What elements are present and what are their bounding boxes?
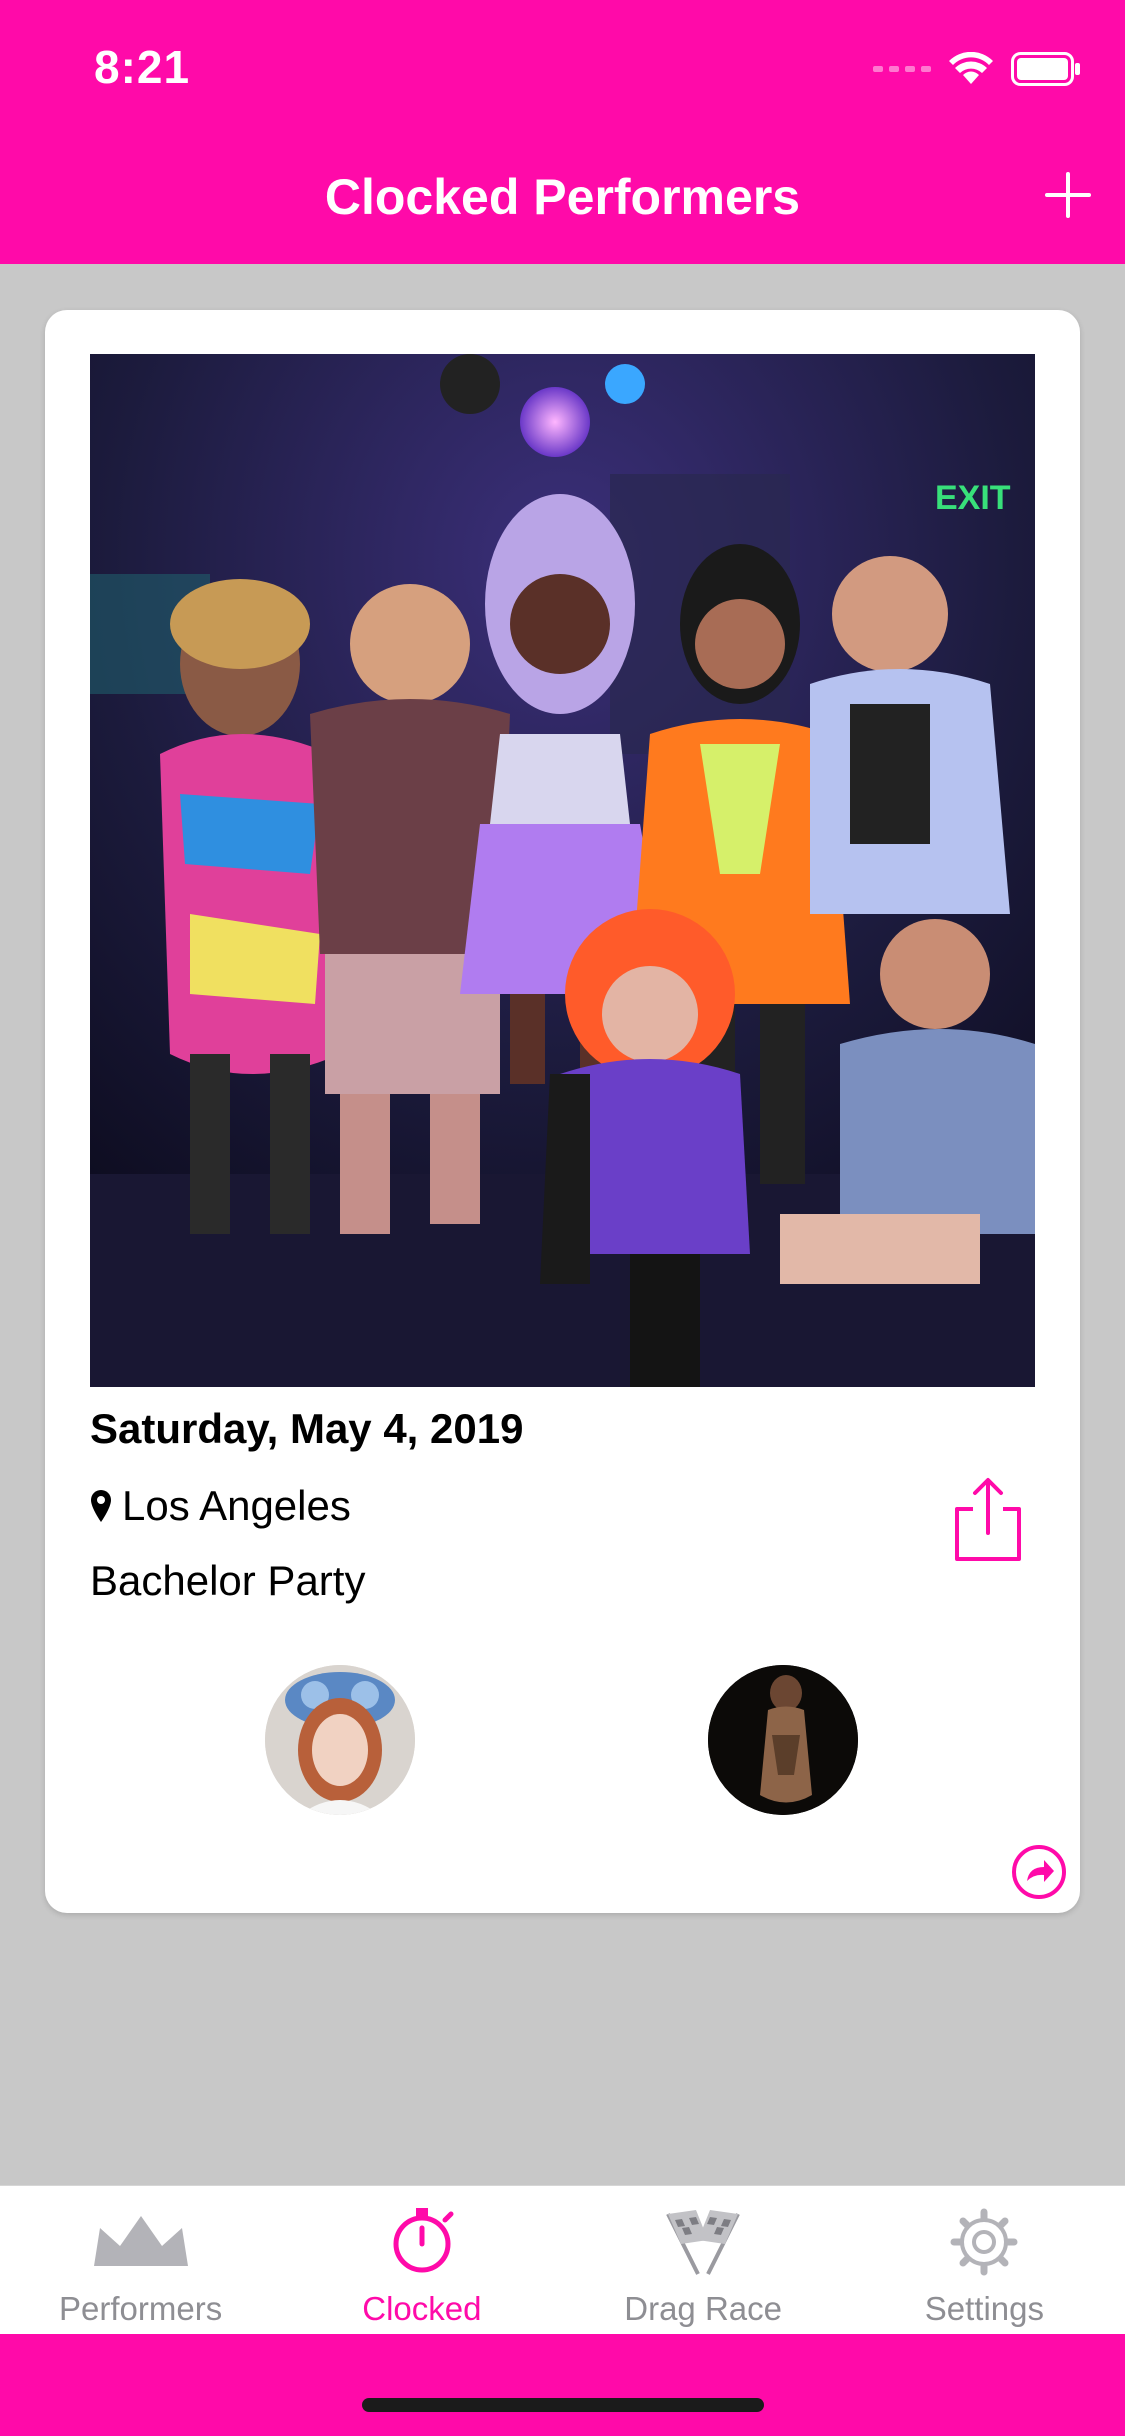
performer-avatar-image	[708, 1665, 858, 1815]
screen: 8:21 Clocked Performers EXIT Saturday, M…	[0, 0, 1125, 2436]
crown-icon	[93, 2216, 188, 2266]
exit-sign: EXIT	[935, 479, 1011, 517]
tab-label: Clocked	[362, 2290, 482, 2327]
share-icon[interactable]	[951, 1475, 1025, 1565]
tab-drag-race[interactable]: Drag Race	[563, 2186, 844, 2335]
home-indicator[interactable]	[362, 2398, 764, 2412]
page-title: Clocked Performers	[324, 169, 801, 225]
checkered-flags-icon	[666, 2210, 740, 2275]
tab-performers[interactable]: Performers	[0, 2186, 281, 2335]
event-photo[interactable]: EXIT	[90, 354, 1035, 1387]
tab-clocked[interactable]: Clocked	[281, 2186, 562, 2335]
tab-settings[interactable]: Settings	[844, 2186, 1125, 2335]
tab-label: Performers	[59, 2290, 223, 2327]
map-pin-icon	[91, 1490, 111, 1522]
location-label: Los Angeles	[122, 1482, 351, 1529]
performer-avatar[interactable]	[265, 1665, 415, 1815]
cellular-signal-icon	[873, 66, 931, 72]
event-date: Saturday, May 4, 2019	[90, 1405, 524, 1452]
navigation-bar: 8:21 Clocked Performers	[0, 0, 1125, 264]
tab-bar: Performers Clocked Drag Race Settings	[0, 2185, 1125, 2335]
event-photo-illustration: EXIT	[90, 354, 1035, 1387]
wifi-icon	[949, 52, 993, 84]
status-time: 8:21	[94, 41, 191, 93]
battery-icon	[1011, 52, 1080, 86]
gear-icon	[950, 2208, 1018, 2276]
plus-icon[interactable]	[1041, 168, 1095, 222]
performer-avatar-image	[265, 1665, 415, 1815]
tab-label: Settings	[924, 2290, 1044, 2327]
performer-avatar[interactable]	[708, 1665, 858, 1815]
event-description: Bachelor Party	[90, 1557, 366, 1604]
event-location: Los Angeles	[90, 1482, 351, 1530]
tab-label: Drag Race	[624, 2290, 782, 2327]
status-icons	[873, 52, 1081, 86]
bottom-safe-area	[0, 2334, 1125, 2436]
clocked-event-card[interactable]: EXIT Saturday, May 4, 2019 Los Angeles B…	[45, 310, 1080, 1913]
forward-arrow-icon[interactable]	[1010, 1843, 1068, 1901]
stopwatch-icon	[393, 2208, 454, 2273]
